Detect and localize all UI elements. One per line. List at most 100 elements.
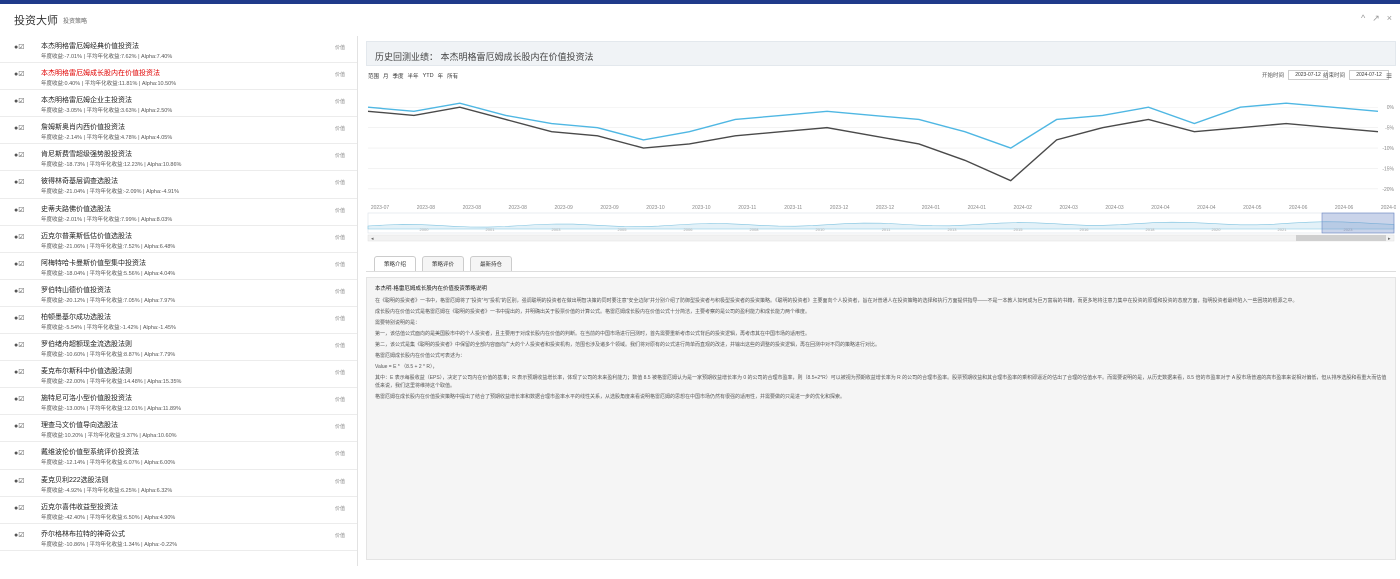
strategy-stats: 年度收益:-3.05% | 平均年化收益:3.63% | Alpha:2.50% (41, 108, 173, 115)
strategy-item[interactable]: ●☑ 罗伯特山德价值投资法年度收益:-20.12% | 平均年化收益:7.05% … (0, 280, 357, 307)
strategy-item[interactable]: ●☑ 罗伯绪舟超额现金流选股法则 年度收益:-10.60% | 平均年化收益:8.8… (0, 334, 357, 362)
strategy-item[interactable]: ●☑ 柏顿墨基尔成功选股法 年度收益:-5.54% | 平均年化收益:-1.42% … (0, 307, 357, 335)
navigator-year-label: 2015 (1014, 227, 1024, 232)
navigator-year-label: 2016 (1080, 227, 1090, 232)
navigator-year-label: 2021 (1278, 227, 1288, 232)
strategy-category-badge: 价值 (335, 478, 346, 485)
navigator-year-label: 2008 (750, 227, 760, 232)
end-date-input[interactable]: 2024-07-12 (1349, 70, 1390, 80)
strategy-category-badge: 价值 (335, 45, 346, 51)
strategy-item[interactable]: ●☑ 本杰明格雷厄姆经典价值投资法年度收益:-7.01% | 平均年化收益:7.6… (0, 36, 357, 64)
strategy-name: 乔尔格林布拉特的神奇公式 (41, 530, 125, 538)
description-paragraph: 格雷厄姆成长股内在价值公式可表述为： (375, 353, 466, 359)
strategy-name: 罗伯特山德价值投资法 (41, 286, 111, 294)
navigator-year-label: 2013 (948, 227, 958, 232)
range-button[interactable]: 月 (383, 72, 389, 80)
navigator-year-label: 2005 (618, 227, 628, 232)
strategy-item[interactable]: ●☑ 彼得林奇基层调查选股法 年度收益:-21.04% | 平均年化收益:-2.09… (0, 171, 357, 199)
strategy-icon: ●☑ (14, 287, 25, 295)
end-date-label: 结束时间 (1323, 73, 1346, 79)
menu-icon[interactable]: ≡ (1386, 72, 1392, 82)
strategy-category-badge: 价值 (335, 180, 346, 187)
strategy-category-badge: 价值 (335, 424, 346, 431)
range-button[interactable]: 半年 (408, 72, 419, 80)
strategy-stats: 年度收益:-7.01% | 平均年化收益:7.62% | Alpha:7.40% (41, 54, 173, 60)
navigator-selection[interactable] (1321, 212, 1395, 234)
strategy-name: 肯尼斯费雪超级强势股投资法 (41, 151, 132, 159)
strategy-stats: 年度收益:-10.86% | 平均年化收益:1.34% | Alpha:-0.2… (41, 541, 178, 548)
strategy-name: 本杰明格雷厄姆企业主投资法 (41, 97, 132, 105)
strategy-icon: ●☑ (14, 369, 25, 377)
strategy-item[interactable]: ●☑ 麦克布尔斯科中价值选股法则 年度收益:-22.00% | 平均年化收益:14.… (0, 361, 357, 389)
strategy-item[interactable]: ●☑ 麦克贝利222选股法则 年度收益:-4.92% | 平均年化收益:6.25% … (0, 470, 357, 497)
x-tick-label: 2024-06 (1335, 205, 1354, 211)
x-tick-label: 2023-11 (738, 205, 756, 211)
strategy-icon: ●☑ (14, 71, 25, 79)
strategy-category-badge: 价值 (335, 234, 346, 241)
close-icon[interactable]: × (1387, 14, 1392, 23)
strategy-item[interactable]: ●☑ 阿梅特哈卡曼斯价值型集中投资法 年度收益:-18.04% | 平均年化收益:5… (0, 253, 357, 280)
strategy-name: 迈克尔喜伟收益型投资法 (41, 503, 118, 511)
app-title: 投资大师 (14, 15, 58, 27)
strategy-item[interactable]: ●☑ 詹姆斯奥肖内西价值投资法 年度收益:-2.14% | 平均年化收益:4.78%… (0, 117, 357, 145)
x-tick-label: 2023-08 (417, 205, 436, 211)
strategy-name: 本杰明格雷厄姆成长股内在价值投资法 (41, 70, 160, 78)
navigator-scrollbar (367, 234, 1395, 242)
strategy-category-badge: 价值 (335, 261, 346, 268)
strategy-icon: ●☑ (14, 152, 25, 160)
strategy-stats: 年度收益:-18.73% | 平均年化收益:12.23% | Alpha:10.… (41, 162, 182, 169)
strategy-category-badge: 价值 (335, 99, 346, 106)
strategy-stats: 年度收益:-20.12% | 平均年化收益:7.05% | Alpha:7.97… (41, 297, 176, 304)
strategy-icon: ●☑ (14, 98, 25, 106)
strategy-stats: 年度收益:-4.92% | 平均年化收益:6.25% | Alpha:6.32% (41, 487, 173, 494)
tab[interactable]: 策略评价 (422, 256, 465, 271)
strategy-name: 彼得林奇基层调查选股法 (41, 178, 118, 186)
strategy-icon: ●☑ (14, 504, 25, 512)
strategy-category-badge: 价值 (335, 505, 346, 512)
navigator-scrollbar-thumb[interactable] (1296, 235, 1386, 241)
y-tick-label: -5% (1385, 126, 1394, 132)
tab[interactable]: 策略介绍 (374, 256, 417, 271)
strategy-name: 麦克布尔斯科中价值选股法则 (41, 368, 132, 376)
strategy-item[interactable]: ●☑ 史蒂夫路佛价值选股法 年度收益:-2.01% | 平均年化收益:7.99% |… (0, 199, 357, 226)
range-button[interactable]: 季度 (393, 72, 404, 80)
navigator-year-label: 2011 (882, 227, 891, 232)
strategy-list: ●☑ 本杰明格雷厄姆经典价值投资法年度收益:-7.01% | 平均年化收益:7.6… (0, 36, 358, 566)
navigator-year-label: 2010 (816, 227, 826, 232)
strategy-stats: 年度收益:-42.40% | 平均年化收益:6.50% | Alpha:4.90… (41, 514, 176, 521)
strategy-item[interactable]: ●☑ 本杰明格雷厄姆成长股内在价值投资法 年度收益:0.40% | 平均年化收益:1… (0, 63, 357, 91)
strategy-icon: ●☑ (14, 44, 25, 51)
x-tick-label: 2023-10 (692, 205, 711, 211)
start-date-label: 开始时间 (1262, 73, 1285, 79)
strategy-item[interactable]: ●☑ 施特尼可洛小型价值股投资法 年度收益:-13.00% | 平均年化收益:12.… (0, 388, 357, 416)
x-tick-label: 2024-05 (1243, 205, 1262, 211)
strategy-name: 本杰明格雷厄姆经典价值投资法 (41, 43, 139, 50)
strategy-item[interactable]: ●☑ 迈克尔普莱斯低估价值选股法 年度收益:-21.06% | 平均年化收益:7.5… (0, 226, 357, 253)
navigator-year-label: 2000 (420, 227, 430, 232)
x-tick-label: 2023-09 (554, 205, 573, 211)
strategy-name: 麦克贝利222选股法则 (41, 476, 109, 484)
tab[interactable]: 最新持仓 (470, 256, 513, 271)
strategy-description: 本杰明·格雷厄姆成长股内在价值投资策略说明 在《聪明的投资者》一书中，格雷厄姆将… (366, 277, 1396, 560)
strategy-name: 史蒂夫路佛价值选股法 (41, 205, 111, 213)
navigator-year-label: 2003 (552, 227, 562, 232)
range-button[interactable]: 所有 (447, 72, 458, 80)
strategy-item[interactable]: ●☑ 戴维波伦价值型系统评价投资法 年度收益:-12.14% | 平均年化收益:6.… (0, 442, 357, 470)
strategy-item[interactable]: ●☑ 本杰明格雷厄姆企业主投资法年度收益:-3.05% | 平均年化收益:3.63… (0, 90, 357, 118)
strategy-item[interactable]: ●☑ 理查马文价值导向选股法 年度收益:10.20% | 平均年化收益:9.37% … (0, 415, 357, 443)
strategy-item[interactable]: ●☑ 肯尼斯费雪超级强势股投资法年度收益:-18.73% | 平均年化收益:12.… (0, 144, 357, 172)
strategy-item[interactable]: ●☑ 乔尔格林布拉特的神奇公式 年度收益:-10.86% | 平均年化收益:1.34… (0, 524, 357, 551)
y-tick-label: -15% (1382, 166, 1394, 172)
y-tick-label: -20% (1382, 187, 1394, 193)
pin-icon[interactable]: ↗ (1372, 14, 1380, 23)
strategy-category-badge: 价值 (335, 126, 346, 133)
strategy-item[interactable]: ●☑ 迈克尔喜伟收益型投资法年度收益:-42.40% | 平均年化收益:6.50%… (0, 497, 357, 524)
range-button[interactable]: 年 (438, 72, 444, 80)
collapse-icon[interactable]: ^ (1361, 14, 1365, 23)
description-paragraph: 第一，该估值公式面向的是美国股市中的个人投资者，且主要用于对成长股内在价值的判断… (375, 331, 811, 337)
range-button[interactable]: YTD (423, 73, 434, 79)
x-tick-label: 2023-10 (646, 205, 665, 211)
navigator-year-label: 2018 (1146, 227, 1156, 232)
strategy-icon: ●☑ (14, 450, 25, 458)
strategy-category-badge: 价值 (335, 207, 346, 214)
